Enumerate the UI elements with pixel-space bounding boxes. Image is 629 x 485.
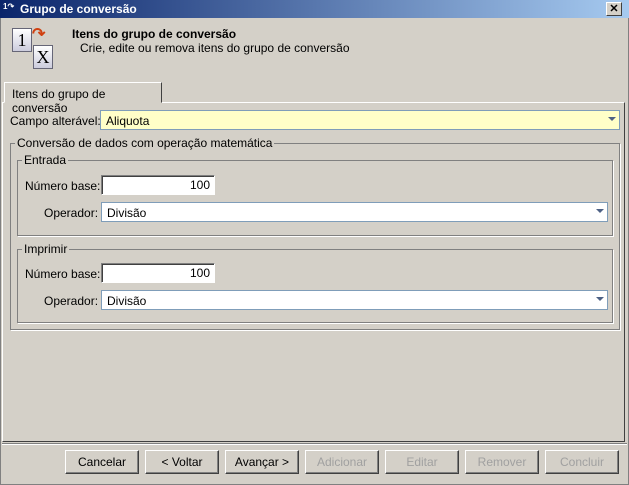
- campo-value: Aliquota: [106, 114, 150, 128]
- add-button[interactable]: Adicionar: [305, 450, 379, 474]
- entrada-legend: Entrada: [22, 153, 69, 167]
- header-subtitle: Crie, edite ou remova itens do grupo de …: [80, 41, 350, 55]
- tab-itens-grupo[interactable]: Itens do grupo de conversão: [4, 82, 162, 115]
- next-button[interactable]: Avançar >: [225, 450, 299, 474]
- chevron-down-icon[interactable]: [596, 297, 604, 301]
- arrow-icon: ↷: [32, 26, 46, 43]
- imprimir-legend: Imprimir: [22, 242, 70, 256]
- back-button[interactable]: < Voltar: [145, 450, 219, 474]
- conversao-legend: Conversão de dados com operação matemáti…: [15, 136, 275, 150]
- imprimir-op-label: Operador:: [44, 294, 99, 308]
- remove-button[interactable]: Remover: [465, 450, 539, 474]
- imprimir-operador-combo[interactable]: Divisão: [101, 290, 608, 310]
- window-title: Grupo de conversão: [20, 2, 137, 16]
- chevron-down-icon[interactable]: [596, 209, 604, 213]
- entrada-op-label: Operador:: [44, 206, 99, 220]
- conversion-to-icon: X: [33, 45, 53, 69]
- imprimir-group: Imprimir: [17, 242, 613, 323]
- imprimir-op-value: Divisão: [107, 294, 147, 308]
- campo-label: Campo alterável:: [10, 114, 101, 128]
- entrada-base-input[interactable]: 100: [101, 175, 215, 195]
- separator: [2, 443, 627, 445]
- finish-button[interactable]: Concluir: [545, 450, 619, 474]
- chevron-down-icon[interactable]: [608, 117, 616, 121]
- app-icon: 1↷: [3, 2, 15, 11]
- entrada-op-value: Divisão: [107, 206, 147, 220]
- campo-alteravel-combo[interactable]: Aliquota: [100, 110, 620, 130]
- edit-button[interactable]: Editar: [385, 450, 459, 474]
- entrada-group: Entrada: [17, 153, 613, 236]
- cancel-button[interactable]: Cancelar: [65, 450, 139, 474]
- conversion-from-icon: 1: [12, 28, 32, 52]
- header-title: Itens do grupo de conversão: [72, 27, 237, 41]
- imprimir-base-input[interactable]: 100: [101, 263, 215, 283]
- title-bar: 1↷ Grupo de conversão ✕: [0, 0, 629, 18]
- imprimir-base-label: Número base:: [25, 267, 101, 281]
- entrada-base-label: Número base:: [25, 179, 101, 193]
- close-button[interactable]: ✕: [606, 2, 622, 16]
- entrada-operador-combo[interactable]: Divisão: [101, 202, 608, 222]
